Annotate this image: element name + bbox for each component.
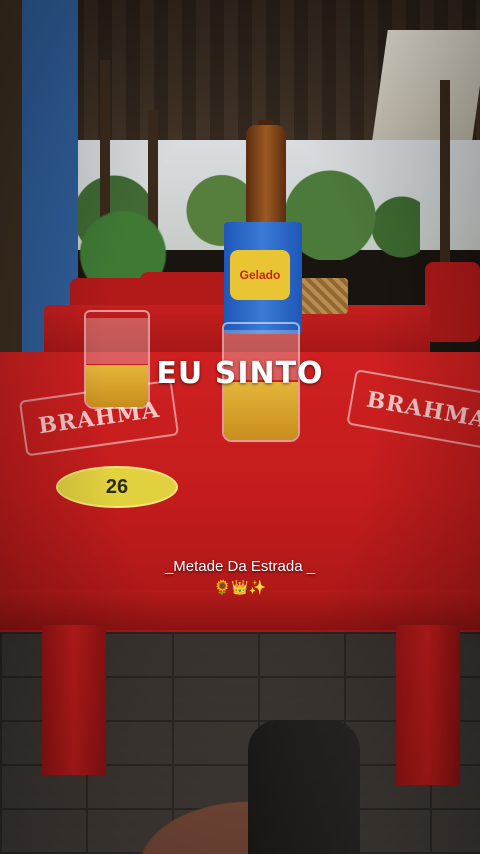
red-chair <box>425 262 480 342</box>
story-photo: Gelado BRAHMA BRAHMA 26 EU SINTO _Metade… <box>0 0 480 854</box>
story-emoji-row: 🌻👑✨ <box>0 580 480 596</box>
table-leg <box>42 625 106 775</box>
beer-bottle <box>246 125 286 225</box>
crown-icon: 👑 <box>231 580 249 596</box>
sunflower-icon: 🌻 <box>213 580 232 596</box>
story-caption-main: EU SINTO <box>156 356 324 391</box>
story-caption-sub: _Metade Da Estrada _ <box>164 558 316 575</box>
table-edge <box>0 590 480 630</box>
wooden-post <box>440 80 450 280</box>
table-number-sticker: 26 <box>56 466 178 508</box>
cup-label: Gelado <box>230 250 290 300</box>
bread-basket <box>300 278 348 314</box>
sparkle-icon: ✨ <box>248 580 267 596</box>
awning <box>372 30 480 140</box>
table-leg <box>396 625 460 785</box>
person-foot <box>248 720 360 854</box>
